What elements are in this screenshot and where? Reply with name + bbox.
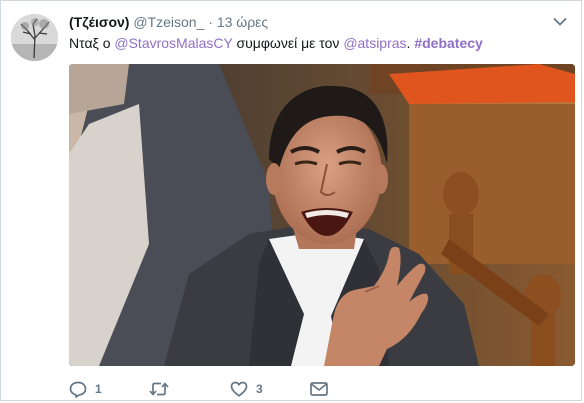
mention-link[interactable]: @atsipras: [343, 35, 406, 51]
retweet-icon: [149, 382, 169, 396]
display-name[interactable]: (Τζέισον): [69, 14, 129, 30]
tweet-photo[interactable]: [69, 64, 575, 366]
envelope-icon: [310, 382, 328, 396]
hashtag-link[interactable]: #debatecy: [414, 35, 482, 51]
separator: ·: [208, 14, 213, 30]
tweet-text: Νταξ ο @StavrosMalasCY συμφωνεί με τον @…: [69, 34, 561, 52]
like-button[interactable]: 3: [230, 380, 263, 398]
avatar[interactable]: [11, 14, 58, 61]
text-middle: συμφωνεί με τον: [232, 35, 344, 51]
tweet-header: (Τζέισον) @Tzeison_ · 13 ώρες: [69, 13, 541, 31]
user-handle[interactable]: @Tzeison_: [133, 14, 204, 30]
text-prefix: Νταξ ο: [69, 35, 115, 51]
like-count: 3: [256, 382, 263, 396]
mention-link[interactable]: @StavrosMalasCY: [114, 35, 232, 51]
reply-count: 1: [95, 382, 102, 396]
reply-icon: [69, 381, 87, 398]
direct-message-button[interactable]: [310, 380, 328, 398]
reply-button[interactable]: 1: [69, 380, 102, 398]
chevron-down-icon[interactable]: [553, 17, 567, 27]
photo-image: [69, 64, 575, 366]
tweet-card[interactable]: (Τζέισον) @Tzeison_ · 13 ώρες Νταξ ο @St…: [0, 0, 582, 401]
avatar-image: [11, 14, 58, 61]
retweet-button[interactable]: [149, 380, 177, 398]
timestamp[interactable]: 13 ώρες: [217, 14, 268, 30]
heart-icon: [230, 381, 248, 397]
